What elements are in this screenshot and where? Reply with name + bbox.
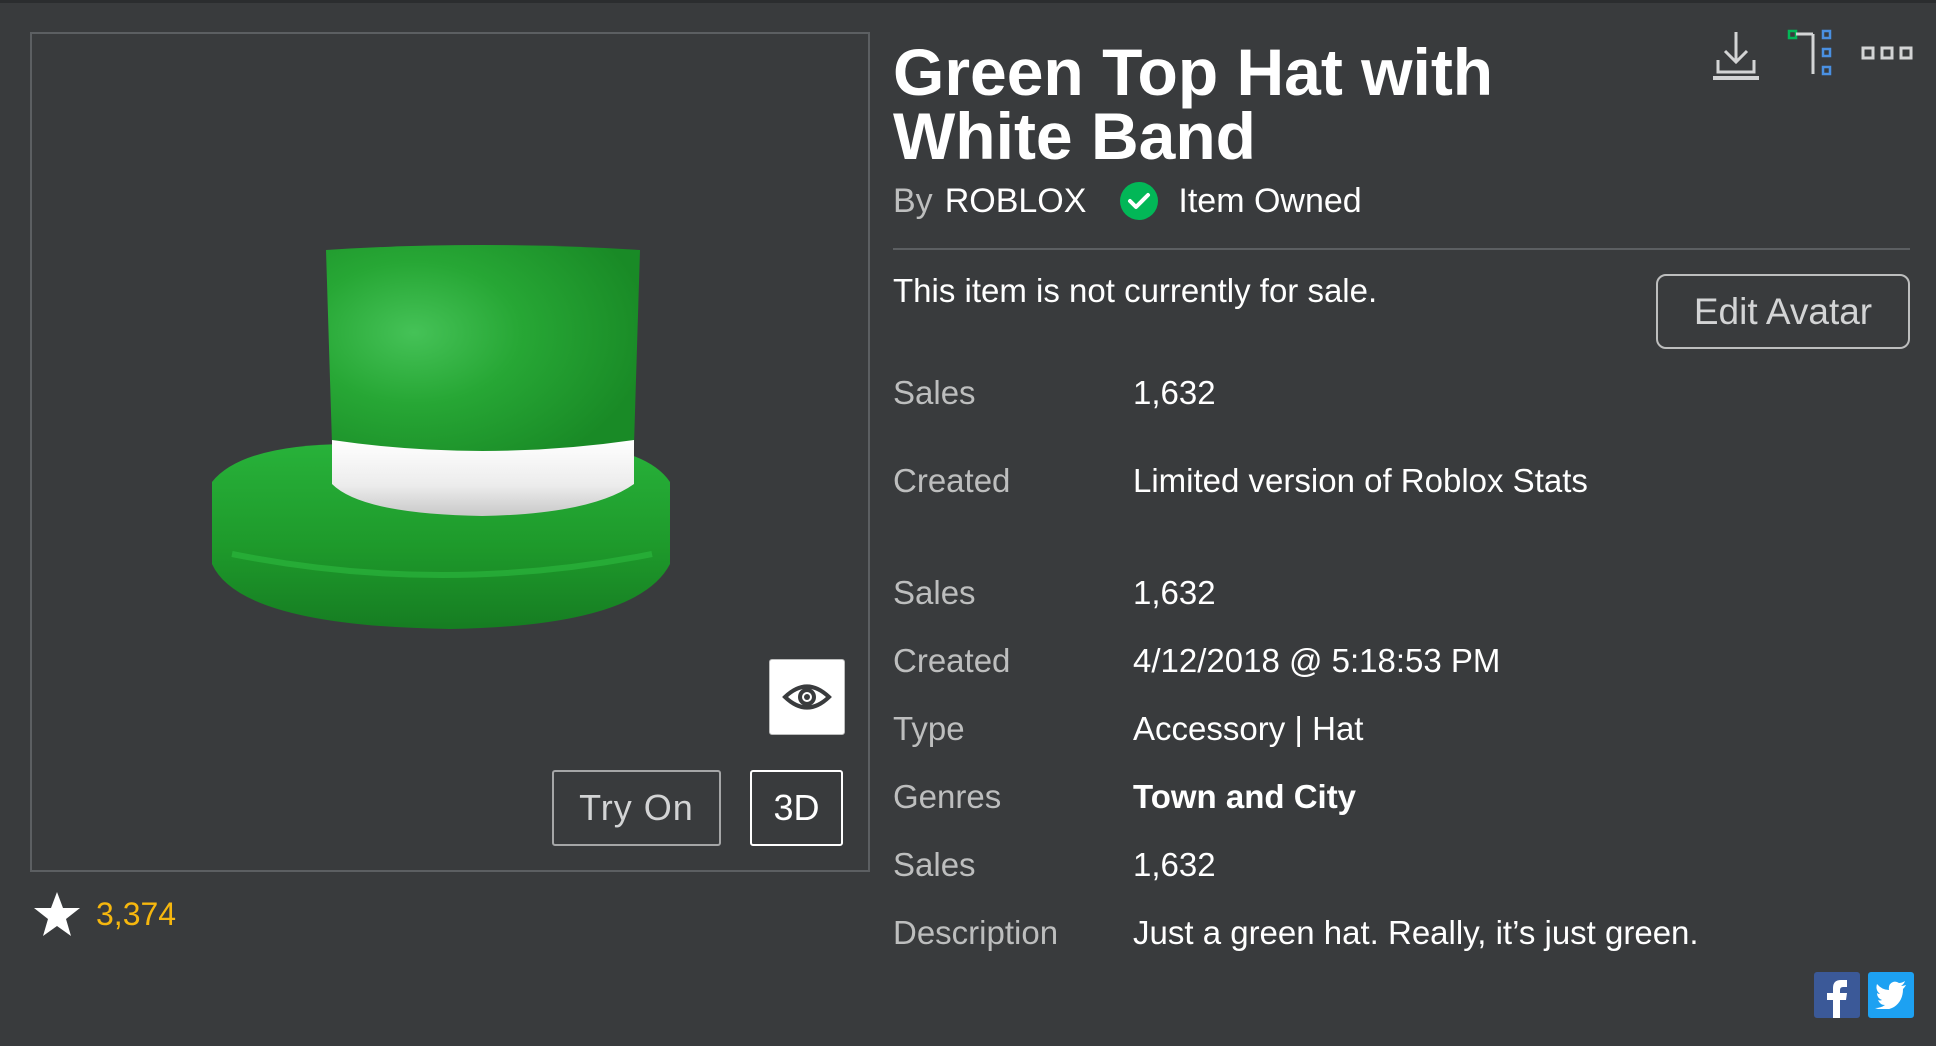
detail-label: Created	[893, 642, 1011, 679]
top-edge	[0, 0, 1936, 3]
detail-value: 4/12/2018 @ 5:18:53 PM	[1133, 642, 1501, 679]
detail-value: Accessory | Hat	[1133, 710, 1364, 747]
download-icon	[1713, 32, 1759, 80]
download-button[interactable]	[1706, 26, 1766, 86]
try-on-button[interactable]: Try On	[552, 770, 721, 846]
more-options-icon	[1861, 46, 1913, 60]
3d-button[interactable]: 3D	[750, 770, 843, 846]
hierarchy-button[interactable]	[1786, 26, 1838, 82]
share-twitter-button[interactable]	[1868, 972, 1914, 1018]
byline: By ROBLOX Item Owned	[893, 178, 1362, 224]
detail-value: Limited version of Roblox Stats	[1133, 462, 1588, 499]
item-thumbnail-panel: Try On 3D	[30, 32, 870, 872]
detail-label: Sales	[893, 374, 976, 411]
item-owned-label: Item Owned	[1178, 181, 1362, 220]
check-icon	[1120, 182, 1159, 220]
edit-avatar-button[interactable]: Edit Avatar	[1656, 274, 1910, 349]
by-prefix: By	[893, 181, 933, 220]
eye-button[interactable]	[769, 659, 845, 735]
twitter-icon	[1875, 981, 1906, 1009]
detail-value: 1,632	[1133, 846, 1216, 883]
detail-label: Genres	[893, 778, 1002, 815]
share-facebook-button[interactable]	[1814, 972, 1860, 1018]
detail-value: 1,632	[1133, 374, 1216, 411]
favorite-button[interactable]: 3,374	[32, 888, 176, 940]
item-thumbnail-image	[212, 245, 670, 629]
facebook-icon	[1827, 980, 1847, 1018]
favorite-count: 3,374	[96, 895, 177, 932]
detail-label: Sales	[893, 846, 976, 883]
star-icon	[34, 892, 80, 936]
sale-status-text: This item is not currently for sale.	[893, 272, 1378, 309]
detail-label: Type	[893, 710, 965, 747]
item-details-page: Try On 3D 3,374 Green Top Hat with White…	[0, 0, 1936, 1046]
detail-label: Description	[893, 914, 1059, 951]
detail-label: Sales	[893, 574, 976, 611]
title-divider	[893, 248, 1910, 250]
detail-value: 1,632	[1133, 574, 1216, 611]
item-title: Green Top Hat with White Band	[893, 35, 1494, 173]
description-text: Just a green hat. Really, it’s just gree…	[1133, 914, 1699, 951]
genre-link[interactable]: Town and City	[1133, 778, 1356, 816]
more-options-button[interactable]	[1860, 38, 1914, 68]
hierarchy-icon	[1787, 29, 1832, 76]
eye-icon	[782, 684, 832, 710]
hat-crown	[326, 245, 640, 454]
detail-label: Created	[893, 462, 1011, 499]
creator-link[interactable]: ROBLOX	[945, 182, 1087, 221]
